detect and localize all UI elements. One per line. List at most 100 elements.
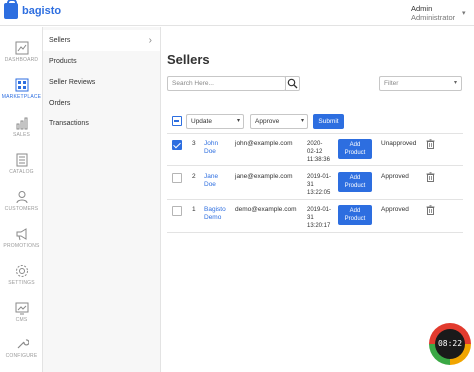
- row-checkbox[interactable]: [172, 140, 182, 150]
- status-text: Unapproved: [381, 140, 417, 147]
- row-id: 1: [192, 206, 196, 213]
- subnav-item-products[interactable]: Products: [43, 51, 160, 72]
- search-input[interactable]: Search Here...: [167, 76, 286, 91]
- nav-item-sales[interactable]: SALES: [0, 112, 43, 148]
- date-part: 02-12: [307, 149, 323, 155]
- seller-name-last: Demo: [204, 214, 222, 221]
- table-divider: [167, 232, 463, 233]
- date-part: 31: [307, 215, 314, 221]
- button-label: Product: [344, 150, 366, 156]
- trash-icon[interactable]: [426, 205, 435, 215]
- nav-label: CUSTOMERS: [4, 206, 39, 212]
- nav-item-settings[interactable]: SETTINGS: [0, 260, 43, 296]
- customers-icon: [16, 191, 27, 204]
- seller-email: demo@example.com: [235, 206, 297, 213]
- row-checkbox[interactable]: [172, 173, 182, 183]
- nav-label: MARKETPLACE: [1, 94, 42, 100]
- time-part: 13:22:05: [307, 190, 331, 196]
- nav-item-catalog[interactable]: CATALOG: [0, 149, 43, 185]
- created-date: 2019-01- 31 13:22:05: [307, 173, 331, 197]
- chevron-down-icon: ▾: [300, 118, 304, 124]
- marketplace-icon: [15, 78, 28, 92]
- status-select[interactable]: Approve ▾: [250, 114, 308, 129]
- subnav-item-seller-reviews[interactable]: Seller Reviews: [43, 72, 160, 93]
- nav-item-customers[interactable]: CUSTOMERS: [0, 186, 43, 222]
- button-label: Add: [349, 208, 361, 214]
- nav-item-promotions[interactable]: PROMOTIONS: [0, 223, 43, 259]
- seller-name-last: Doe: [204, 181, 216, 188]
- main-content: Sellers Search Here... Filter ▾ Update ▾…: [161, 27, 474, 372]
- status-value: Approve: [255, 118, 280, 125]
- nav-label: DASHBOARD: [4, 57, 39, 63]
- nav-label: CMS: [15, 317, 28, 323]
- catalog-icon: [16, 153, 27, 167]
- seller-name-link[interactable]: Jane Doe: [204, 173, 218, 189]
- seller-email: john@example.com: [235, 140, 293, 147]
- search-button[interactable]: [285, 76, 300, 91]
- mass-action-value: Update: [191, 118, 212, 125]
- user-role: Administrator: [411, 13, 456, 22]
- chevron-right-icon: ›: [148, 35, 152, 46]
- button-label: Add: [349, 175, 361, 181]
- add-product-button[interactable]: Add Product: [338, 139, 372, 159]
- row-id: 3: [192, 140, 196, 147]
- date-part: 31: [307, 182, 314, 188]
- nav-label: CATALOG: [9, 169, 34, 175]
- chevron-down-icon[interactable]: ▾: [462, 9, 466, 17]
- add-product-button[interactable]: Add Product: [338, 205, 372, 225]
- subnav-item-sellers[interactable]: Sellers ›: [43, 30, 160, 51]
- subnav-label: Products: [49, 58, 77, 65]
- configure-icon: [17, 339, 29, 349]
- user-menu[interactable]: Admin Administrator: [411, 4, 455, 22]
- marketplace-subnav: Sellers › Products Seller Reviews Orders…: [43, 27, 161, 372]
- seller-name-link[interactable]: Bagisto Demo: [204, 206, 226, 222]
- nav-item-cms[interactable]: CMS: [0, 297, 43, 333]
- subnav-label: Seller Reviews: [49, 79, 96, 86]
- nav-label: PROMOTIONS: [3, 243, 40, 249]
- cms-icon: [15, 302, 28, 315]
- subnav-item-transactions[interactable]: Transactions: [43, 113, 160, 134]
- date-part: 2019-01-: [307, 174, 332, 180]
- subnav-label: Transactions: [49, 120, 89, 127]
- table-divider: [167, 199, 463, 200]
- seller-name-first: Jane: [204, 173, 219, 180]
- timer-text: 08:22: [435, 329, 465, 359]
- bag-logo-icon: [4, 0, 18, 19]
- seller-name-link[interactable]: John Doe: [204, 140, 218, 156]
- app-logo[interactable]: bagisto: [4, 0, 62, 19]
- filter-placeholder: Filter: [384, 80, 399, 87]
- seller-email: jane@example.com: [235, 173, 293, 180]
- subnav-label: Orders: [49, 100, 71, 107]
- submit-button[interactable]: Submit: [313, 114, 344, 129]
- status-text: Approved: [381, 206, 409, 213]
- dashboard-icon: [15, 41, 28, 55]
- promotions-icon: [16, 228, 26, 241]
- time-part: 11:38:36: [307, 157, 330, 163]
- row-id: 2: [192, 173, 196, 180]
- trash-icon[interactable]: [426, 139, 435, 149]
- page-title: Sellers: [167, 52, 210, 67]
- settings-icon: [15, 265, 28, 277]
- logo-text: bagisto: [22, 5, 62, 17]
- nav-label: CONFIGURE: [5, 353, 38, 359]
- date-part: 2019-01-: [307, 207, 332, 213]
- chevron-down-icon: ▾: [453, 80, 457, 86]
- select-all-checkbox[interactable]: [172, 116, 182, 126]
- mass-action-select[interactable]: Update ▾: [186, 114, 244, 129]
- main-nav: DASHBOARD MARKETPLACE SALES CATALOG CUST…: [0, 27, 43, 372]
- button-label: Add: [349, 142, 361, 148]
- add-product-button[interactable]: Add Product: [338, 172, 372, 192]
- nav-item-dashboard[interactable]: DASHBOARD: [0, 37, 43, 73]
- sales-icon: [16, 117, 27, 130]
- trash-icon[interactable]: [426, 172, 435, 182]
- created-date: 2019-01- 31 13:20:17: [307, 206, 331, 230]
- subnav-item-orders[interactable]: Orders: [43, 93, 160, 114]
- subnav-label: Sellers: [49, 37, 71, 44]
- row-checkbox[interactable]: [172, 206, 182, 216]
- nav-item-marketplace[interactable]: MARKETPLACE: [0, 74, 43, 110]
- filter-select[interactable]: Filter ▾: [379, 76, 462, 91]
- nav-item-configure[interactable]: CONFIGURE: [0, 333, 43, 369]
- button-label: Product: [344, 183, 366, 189]
- time-part: 13:20:17: [307, 223, 331, 229]
- user-name: Admin: [411, 4, 433, 13]
